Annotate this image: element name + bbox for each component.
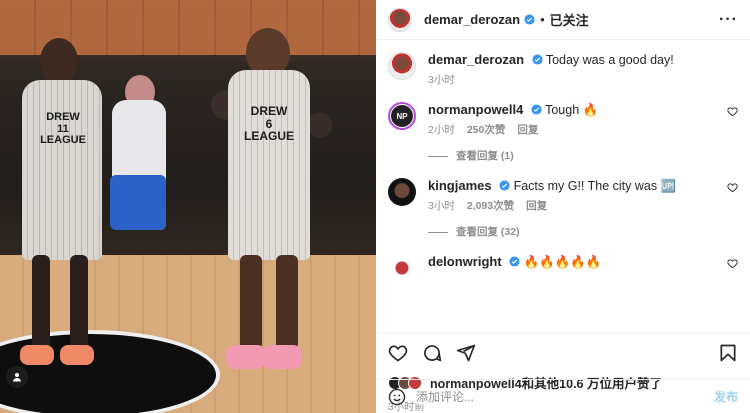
- follow-status-button[interactable]: 已关注: [550, 10, 589, 29]
- verified-badge-icon: [499, 180, 510, 191]
- verified-badge-icon: [509, 256, 520, 267]
- author-username[interactable]: demar_derozan: [424, 12, 520, 27]
- caption-text: Today was a good day!: [545, 53, 674, 67]
- post-photo[interactable]: DREW 11 LEAGUE DREW 6 LEAGUE: [0, 0, 376, 413]
- comment-icon[interactable]: [422, 343, 442, 363]
- comment-emoji: 🆙: [660, 179, 677, 193]
- photo-scene: DREW 11 LEAGUE DREW 6 LEAGUE: [0, 0, 376, 413]
- verified-badge-icon: [532, 54, 543, 65]
- heart-icon[interactable]: [727, 258, 738, 269]
- comment-input[interactable]: [416, 389, 704, 404]
- heart-icon[interactable]: [388, 343, 408, 363]
- comments-list: demar_derozan Today was a good day! 3小时 …: [376, 40, 750, 332]
- jersey-right-text: DREW 6 LEAGUE: [243, 104, 294, 144]
- view-replies-button[interactable]: 查看回复 (1): [428, 148, 738, 164]
- heart-icon[interactable]: [727, 106, 738, 117]
- comment-username[interactable]: kingjames: [428, 178, 492, 193]
- caption-avatar[interactable]: [388, 52, 416, 80]
- comment-time: 2小时: [428, 124, 455, 136]
- comment-row: kingjames Facts my G!! The city was 🆙 3小…: [388, 178, 738, 240]
- separator-dot: •: [540, 12, 545, 27]
- post-comment-button[interactable]: 发布: [714, 388, 738, 405]
- comment-avatar[interactable]: [388, 254, 416, 282]
- post-panel: demar_derozan • 已关注 ··· demar_derozan To…: [376, 0, 750, 413]
- tagged-users-icon[interactable]: [6, 366, 28, 388]
- emoji-icon[interactable]: [388, 388, 406, 406]
- comment-likes[interactable]: 250次赞: [467, 122, 506, 138]
- heart-icon[interactable]: [727, 182, 738, 193]
- reply-button[interactable]: 回复: [517, 122, 538, 138]
- comment-row: NP normanpowell4 Tough 🔥 2小时 250次赞 回复 查看…: [388, 102, 738, 164]
- comment-text: Facts my G!! The city was: [513, 179, 658, 193]
- more-icon[interactable]: ···: [719, 11, 738, 29]
- caption-time: 3小时: [428, 74, 455, 86]
- comment-username[interactable]: normanpowell4: [428, 102, 523, 117]
- comment-avatar[interactable]: NP: [388, 102, 416, 130]
- verified-badge-icon: [524, 14, 535, 25]
- verified-badge-icon: [531, 104, 542, 115]
- add-comment-bar: 发布: [376, 379, 750, 413]
- instagram-post-modal: DREW 11 LEAGUE DREW 6 LEAGUE demar_deroz…: [0, 0, 750, 413]
- comment-emoji: 🔥: [582, 103, 599, 117]
- comment-text: Tough: [545, 103, 580, 117]
- caption-username[interactable]: demar_derozan: [428, 52, 524, 67]
- caption-row: demar_derozan Today was a good day! 3小时: [388, 52, 738, 88]
- comment-avatar[interactable]: [388, 178, 416, 206]
- comment-time: 3小时: [428, 200, 455, 212]
- comment-likes[interactable]: 2,093次赞: [467, 198, 514, 214]
- comment-emoji: 🔥🔥🔥🔥🔥: [523, 255, 602, 269]
- bookmark-icon[interactable]: [718, 343, 738, 363]
- author-avatar[interactable]: [388, 7, 412, 32]
- share-icon[interactable]: [456, 343, 476, 363]
- view-replies-button[interactable]: 查看回复 (32): [428, 224, 738, 240]
- post-header: demar_derozan • 已关注 ···: [376, 0, 750, 40]
- comment-username[interactable]: delonwright: [428, 254, 502, 269]
- jersey-left-text: DREW 11 LEAGUE: [40, 111, 86, 147]
- reply-button[interactable]: 回复: [526, 198, 547, 214]
- comment-row: delonwright 🔥🔥🔥🔥🔥: [388, 254, 738, 282]
